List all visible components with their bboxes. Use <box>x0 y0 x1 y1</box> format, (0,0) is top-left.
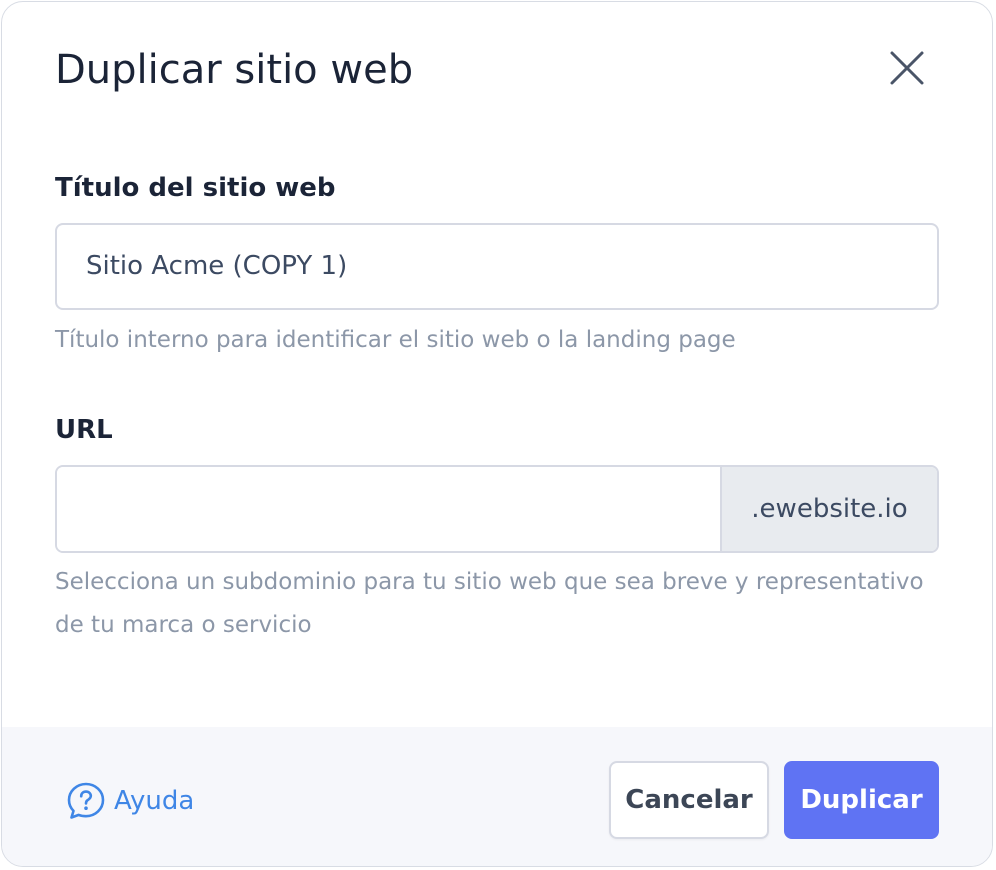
help-label: Ayuda <box>114 786 195 816</box>
site-title-input[interactable]: Sitio Acme (COPY 1) <box>55 223 939 310</box>
url-input-group: .ewebsite.io <box>55 465 939 553</box>
site-title-helper: Título interno para identificar el sitio… <box>55 327 736 353</box>
duplicate-button[interactable]: Duplicar <box>784 761 939 839</box>
dialog-title: Duplicar sitio web <box>55 47 414 93</box>
help-link[interactable]: Ayuda <box>66 780 194 822</box>
subdomain-input[interactable] <box>57 467 720 551</box>
duplicate-site-dialog: Duplicar sitio web Título del sitio web … <box>1 1 993 867</box>
domain-suffix: .ewebsite.io <box>720 467 937 551</box>
close-button[interactable] <box>878 39 936 97</box>
question-bubble-icon <box>67 782 105 819</box>
cancel-button[interactable]: Cancelar <box>609 761 769 839</box>
site-title-label: Título del sitio web <box>55 173 336 203</box>
site-title-value: Sitio Acme (COPY 1) <box>86 251 348 281</box>
url-label: URL <box>55 415 113 445</box>
url-helper: Selecciona un subdominio para tu sitio w… <box>55 569 924 638</box>
close-icon <box>890 51 924 85</box>
